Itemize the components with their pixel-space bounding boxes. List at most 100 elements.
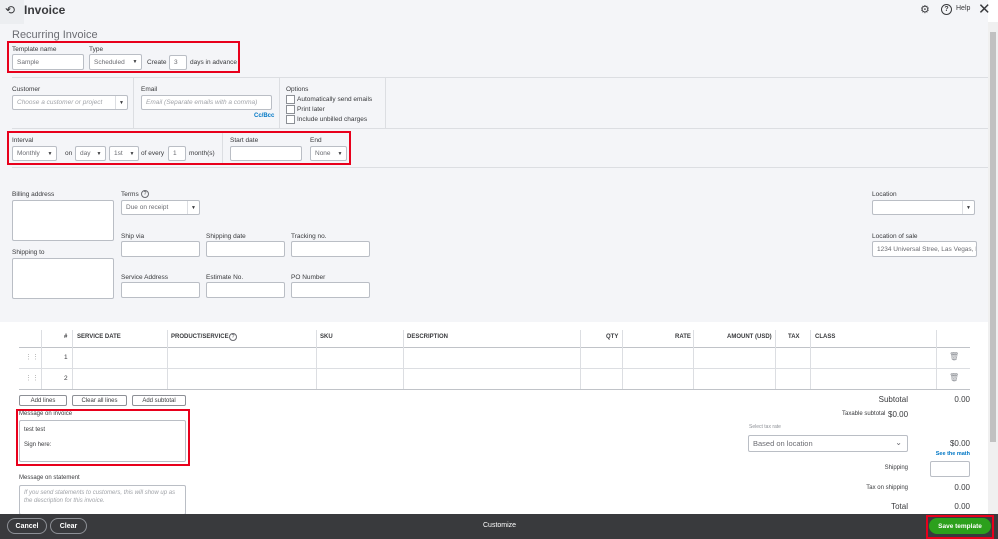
email-label: Email: [141, 86, 158, 93]
message-statement-input[interactable]: If you send statements to customers, thi…: [19, 485, 186, 515]
close-icon[interactable]: ✕: [978, 0, 991, 18]
row-number: 1: [64, 354, 68, 361]
day-select[interactable]: 1st ▼: [109, 146, 139, 161]
taxable-subtotal-label: Taxable subtotal: [842, 411, 886, 417]
cc-bcc-link[interactable]: Cc/Bcc: [254, 113, 274, 119]
history-icon[interactable]: ⟲: [5, 3, 15, 17]
add-lines-button[interactable]: Add lines: [19, 395, 67, 406]
po-number-input[interactable]: [291, 282, 370, 298]
end-value: None: [315, 150, 331, 157]
col-divider: [693, 330, 694, 389]
cancel-button[interactable]: Cancel: [7, 518, 47, 534]
col-divider: [403, 330, 404, 389]
type-select[interactable]: Scheduled ▼: [89, 54, 142, 70]
estimate-no-label: Estimate No.: [206, 274, 244, 281]
end-select[interactable]: None ▼: [310, 146, 347, 161]
table-bottom-line: [19, 389, 970, 390]
help-link[interactable]: Help: [956, 5, 970, 12]
message-invoice-input[interactable]: test test Sign here:: [19, 420, 186, 462]
chevron-down-icon: ▼: [962, 201, 974, 214]
chevron-down-icon: ▼: [115, 96, 127, 109]
scrollbar-thumb[interactable]: [990, 32, 996, 442]
drag-handle-icon[interactable]: ⋮⋮: [25, 374, 39, 382]
ship-via-input[interactable]: [121, 241, 200, 257]
form-heading: Recurring Invoice: [12, 29, 98, 41]
checkbox[interactable]: [286, 115, 295, 125]
customer-label: Customer: [12, 86, 41, 93]
interval-select[interactable]: Monthly ▼: [12, 146, 57, 161]
tax-on-shipping-label: Tax on shipping: [866, 485, 908, 491]
create-label: Create: [147, 59, 167, 66]
col-header-rate: RATE: [675, 334, 691, 340]
scrollbar[interactable]: [988, 22, 998, 514]
see-the-math-link[interactable]: See the math: [920, 451, 970, 457]
tax-rate-select[interactable]: Based on location ⌄: [748, 435, 908, 452]
chevron-down-icon: ▼: [337, 150, 343, 157]
help-icon[interactable]: ?: [141, 190, 149, 198]
options-label: Options: [286, 86, 309, 93]
drag-handle-icon[interactable]: ⋮⋮: [25, 353, 39, 361]
gear-icon[interactable]: ⚙: [920, 3, 930, 16]
option-unbilled[interactable]: Include unbilled charges: [286, 115, 372, 125]
end-label: End: [310, 137, 322, 144]
start-date-input[interactable]: [230, 146, 302, 161]
option-label: Include unbilled charges: [297, 116, 368, 124]
message-line: test test: [24, 427, 46, 433]
message-statement-label: Message on statement: [19, 475, 80, 481]
billing-label: Billing address: [12, 191, 55, 198]
divider: [12, 77, 988, 78]
option-print-later[interactable]: Print later: [286, 105, 372, 115]
terms-select[interactable]: Due on receipt ▼: [121, 200, 200, 215]
total-label: Total: [891, 502, 908, 511]
subtotal-label: Subtotal: [878, 395, 908, 404]
customer-placeholder: Choose a customer or project: [17, 99, 103, 106]
shipping-date-label: Shipping date: [206, 233, 246, 240]
location-of-sale-input[interactable]: 1234 Universal Stree, Las Vegas, N: [872, 241, 977, 257]
customer-select[interactable]: Choose a customer or project ▼: [12, 95, 128, 110]
shipping-date-input[interactable]: [206, 241, 285, 257]
tracking-label: Tracking no.: [291, 233, 327, 240]
trash-icon[interactable]: 🗑: [949, 352, 959, 361]
page-title: Invoice: [24, 3, 66, 17]
location-label: Location: [872, 191, 897, 198]
every-input[interactable]: 1: [168, 146, 186, 161]
checkbox[interactable]: [286, 95, 295, 104]
tracking-input[interactable]: [291, 241, 370, 257]
start-date-label: Start date: [230, 137, 259, 144]
save-template-button[interactable]: Save template: [929, 518, 991, 534]
checkbox[interactable]: [286, 105, 295, 115]
help-icon[interactable]: ?: [941, 4, 952, 15]
email-input[interactable]: Email (Separate emails with a comma): [141, 95, 272, 110]
estimate-no-input[interactable]: [206, 282, 285, 298]
divider: [133, 78, 134, 128]
location-select[interactable]: ▼: [872, 200, 975, 215]
clear-button[interactable]: Clear: [50, 518, 87, 534]
col-divider: [41, 330, 42, 389]
col-header-description: DESCRIPTION: [407, 334, 449, 340]
shipping-to-input[interactable]: [12, 258, 114, 299]
billing-address-input[interactable]: [12, 200, 114, 241]
day-value: 1st: [114, 150, 123, 157]
shipping-to-label: Shipping to: [12, 249, 45, 256]
months-label: month(s): [189, 150, 215, 157]
taxable-subtotal-value: $0.00: [888, 410, 909, 419]
divider: [12, 128, 988, 129]
shipping-label: Shipping: [884, 465, 908, 471]
service-address-input[interactable]: [121, 282, 200, 298]
days-input[interactable]: 3: [169, 55, 187, 70]
option-auto-send[interactable]: Automatically send emails: [286, 95, 372, 105]
type-label: Type: [89, 46, 104, 53]
col-header-sku: SKU: [320, 334, 333, 340]
col-header-number: #: [64, 334, 68, 340]
on-select[interactable]: day ▼: [75, 146, 106, 161]
trash-icon[interactable]: 🗑: [949, 373, 959, 382]
help-icon[interactable]: ?: [229, 333, 237, 341]
on-value: day: [80, 150, 91, 157]
customize-button[interactable]: Customize: [483, 522, 516, 529]
template-name-input[interactable]: Sample: [12, 54, 84, 70]
shipping-input[interactable]: [930, 461, 970, 477]
clear-all-lines-button[interactable]: Clear all lines: [72, 395, 127, 406]
add-subtotal-button[interactable]: Add subtotal: [132, 395, 186, 406]
col-divider: [167, 330, 168, 389]
col-header-qty: QTY: [606, 334, 619, 340]
